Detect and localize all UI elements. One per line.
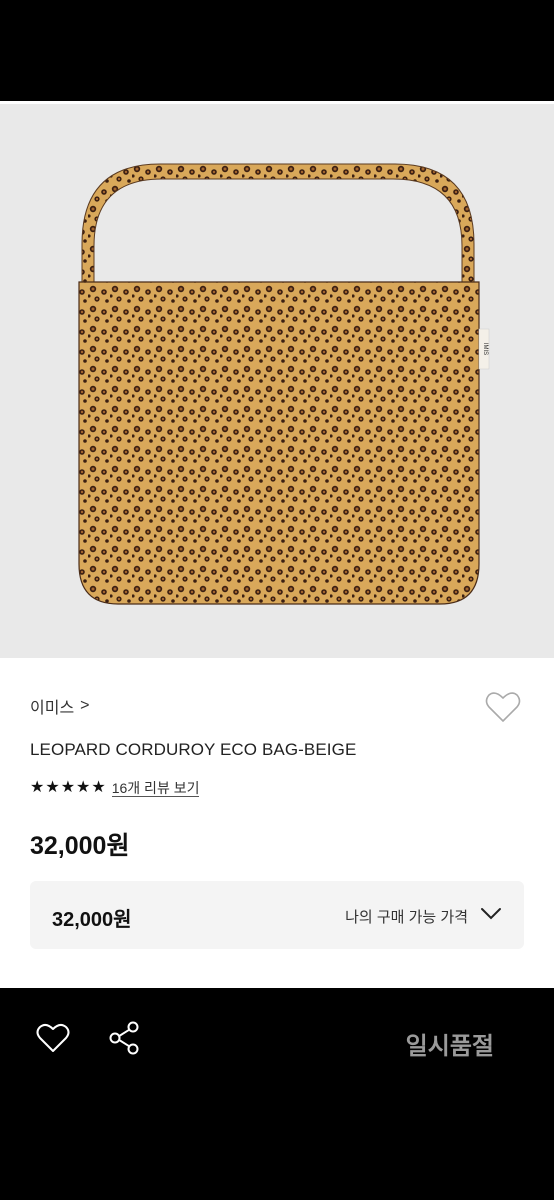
brand-name: 이미스 (30, 700, 75, 717)
purchase-price: 32,000원 (52, 909, 132, 931)
bag-label-text: IMIS (482, 343, 488, 355)
product-info: 이미스 > LEOPARD CORDUROY ECO BAG-BEIGE ★ ★… (0, 658, 554, 988)
heart-icon[interactable] (485, 690, 521, 724)
chevron-right-icon: > (80, 697, 90, 714)
heart-icon[interactable] (36, 1022, 70, 1054)
bag-illustration: IMIS (78, 163, 490, 605)
star-rating: ★ ★ ★ ★ ★ (30, 779, 106, 797)
bottom-action-bar: 일시품절 (0, 988, 554, 1200)
review-link[interactable]: 16개 리뷰 보기 (111, 780, 200, 797)
product-title: LEOPARD CORDUROY ECO BAG-BEIGE (30, 740, 357, 759)
purchase-price-label: 나의 구매 가능 가격 (345, 909, 468, 926)
rating-row: ★ ★ ★ ★ ★ 16개 리뷰 보기 (30, 779, 200, 797)
star-icon: ★ (91, 779, 106, 796)
star-icon: ★ (60, 779, 76, 796)
product-price: 32,000원 (30, 832, 130, 860)
chevron-down-icon (481, 908, 501, 920)
star-icon: ★ (30, 779, 45, 796)
share-icon[interactable] (108, 1021, 140, 1055)
star-icon: ★ (76, 779, 91, 796)
star-icon: ★ (45, 779, 60, 796)
soldout-status: 일시품절 (405, 1033, 494, 1060)
brand-link[interactable]: 이미스 > (30, 694, 90, 718)
status-area (0, 0, 554, 101)
product-image: IMIS (0, 101, 554, 658)
purchase-price-dropdown[interactable]: 32,000원 나의 구매 가능 가격 (30, 881, 524, 949)
